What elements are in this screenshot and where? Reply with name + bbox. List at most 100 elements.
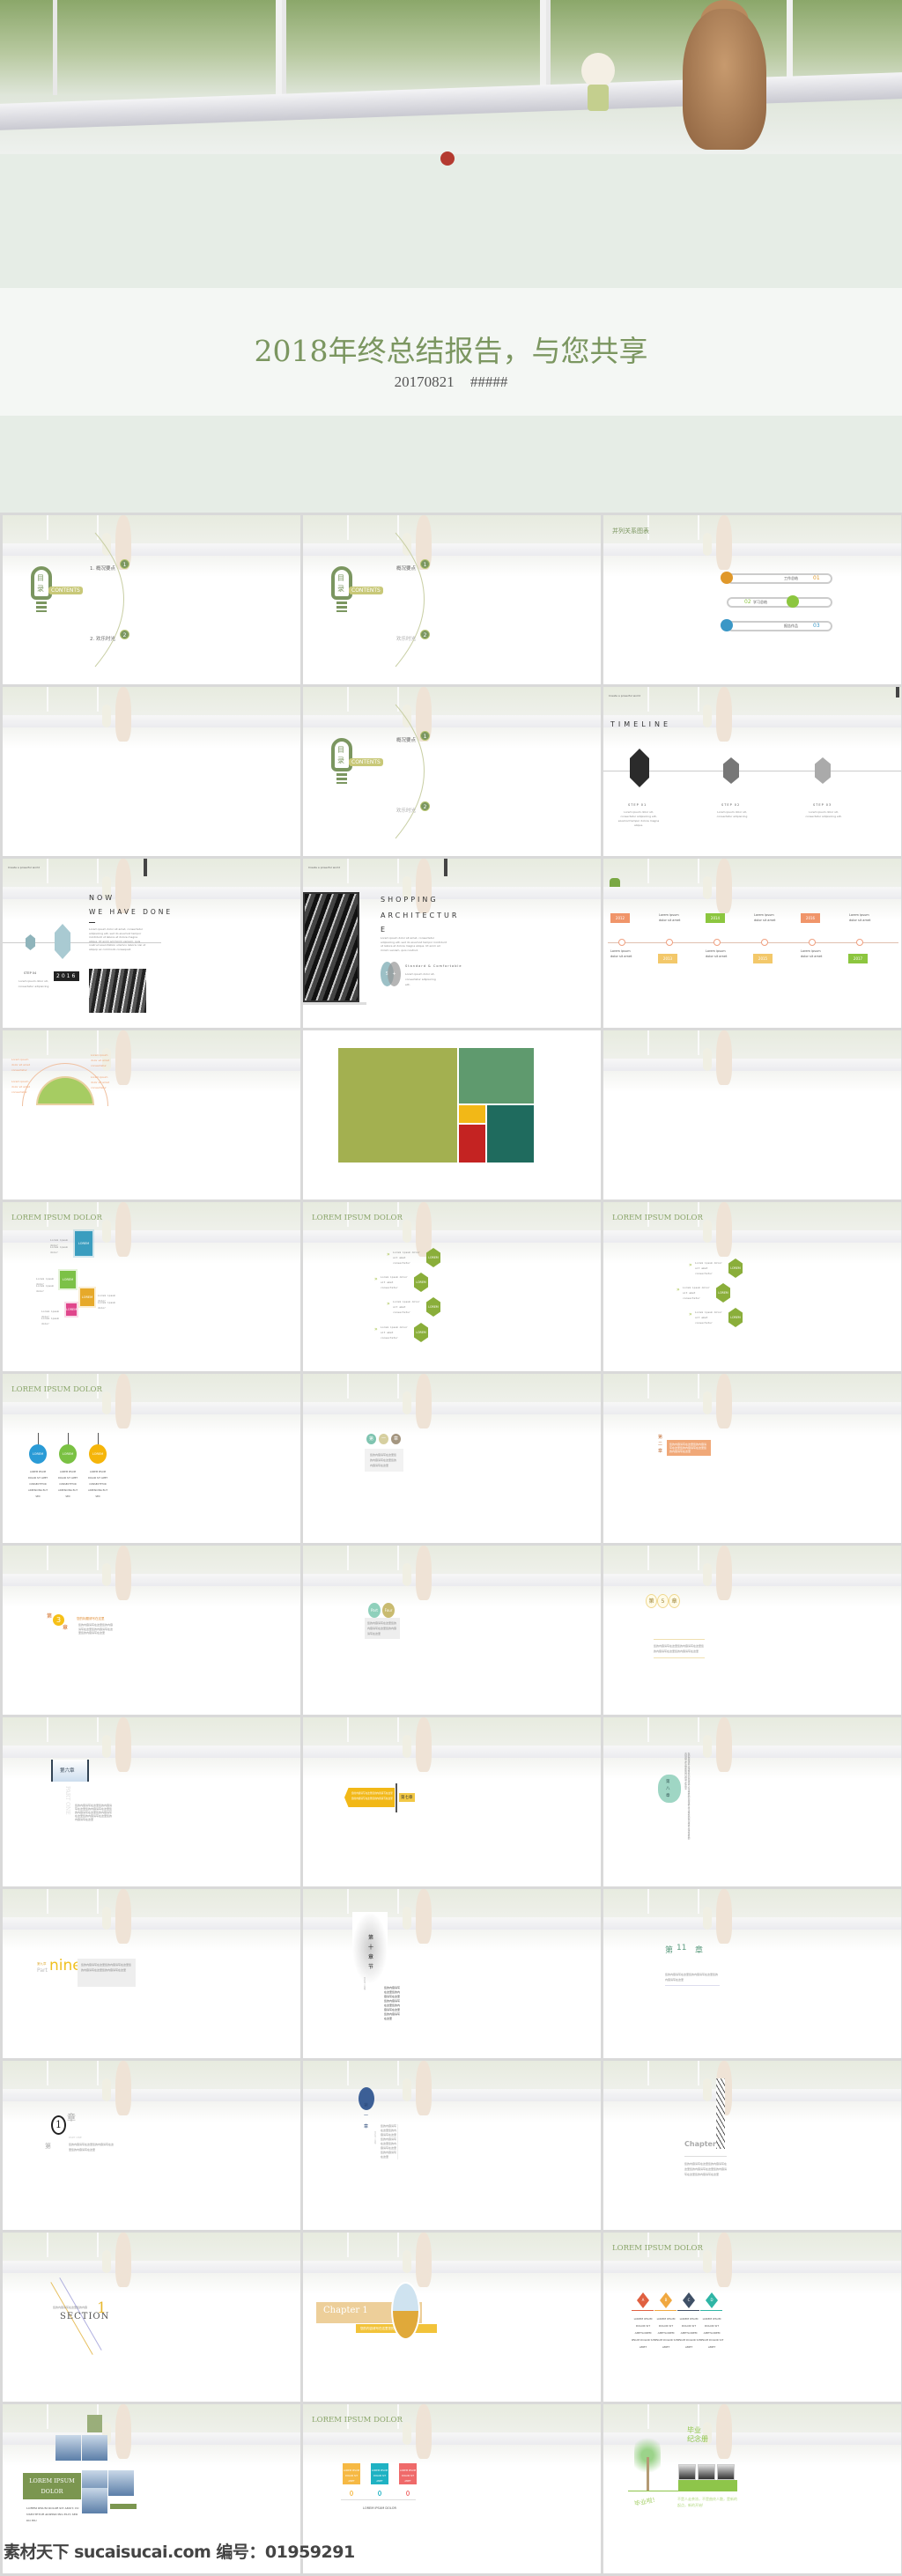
slide-thumbnail[interactable]: 2012 Lorem ipsum dolor sit amet Lorem ipsu…: [603, 859, 901, 1028]
cat-silhouette: [716, 1717, 732, 1772]
slide-background: [603, 1202, 901, 1264]
hexagon-icon: [26, 934, 35, 950]
box-marker: [406, 2491, 410, 2496]
chevron-icon: »: [387, 1251, 390, 1258]
cat-silhouette: [115, 2233, 131, 2287]
timeline-title: TIMELINE: [610, 720, 672, 728]
slide-thumbnail[interactable]: 1 第 章 PART ONE 您的内容请写在这里您的内容请写在这里您的内容请写在这里: [3, 2061, 300, 2230]
slide-thumbnail[interactable]: 目录 CONTENTS 1 概况要点 2 欢乐时光: [303, 687, 601, 856]
chapter-text: 您的内容请写在这里您的内容请写在这里您的内容请写在这里: [665, 1972, 720, 1986]
slide-thumbnail[interactable]: 第 一 章 PART ONE 您的内容请写在这里您的内容请写在这里您的内容请写在这里…: [303, 2061, 601, 2230]
slide-thumbnail[interactable]: 第十章节 PART ONE 您的内容请写在这里您的内容请写在这里您的内容请写在这里您…: [303, 1889, 601, 2058]
timeline-node: [761, 939, 768, 946]
hexagon-icon: [815, 757, 831, 784]
slide-thumbnail[interactable]: 第一章您的内容请写在这里您的内容请写在这里您的内容请写在这里: [303, 1374, 601, 1543]
chevron-icon: »: [387, 1301, 390, 1307]
toy-bear: [102, 1391, 111, 1414]
cover-date: 20170821: [394, 373, 455, 390]
slide-background: [603, 1374, 901, 1436]
timeline-line: [608, 942, 898, 943]
corner-mark: [444, 859, 447, 876]
slide-background: [603, 1717, 901, 1779]
slide-background: [3, 1202, 300, 1264]
slide-thumbnail[interactable]: LOREM IPSUM DOLOR LOREM LOREM LOREM LOREM Lor…: [3, 1202, 300, 1371]
slide-thumbnail[interactable]: LOREM IPSUM DOLOR A LOREM IPSUM DOLOR SIT …: [603, 2233, 901, 2402]
year-text: Lorem ipsum dolor sit amet: [610, 949, 632, 958]
slide-thumbnail[interactable]: 第九章 Part nine 您的内容请写在这里您的内容请写在这里您的内容请写在这里您的…: [3, 1889, 300, 2058]
cover-slide: 2018年终总结报告，与您共享 20170821 #####: [0, 0, 902, 513]
slide-thumbnail[interactable]: LOREM IPSUM DOLOR LOREM» Lorem ipsum dolor…: [303, 1202, 601, 1371]
cover-author: #####: [469, 373, 508, 390]
year-label-bottom: 2017: [848, 954, 868, 963]
slide-thumbnail[interactable]: Part Four 您的内容请写在这里您的内容请写在这里您的内容请写在这里: [303, 1546, 601, 1715]
slide-background: [603, 859, 901, 920]
slide-thumbnail[interactable]: 目录 CONTENTS 1 1. 概况要点 2 2. 欢乐时光: [3, 515, 300, 684]
cover-subtitle: 20170821 #####: [0, 373, 902, 391]
yarn-ball: [440, 151, 455, 166]
bulb-base-icon: [36, 602, 47, 612]
treemap-block: [487, 1105, 534, 1163]
sub-title: Standard & Comfortable: [405, 964, 462, 968]
part-text: 您的内容请写在这里您的内容请写在这里您的内容请写在这里您的内容请写在这里: [78, 1959, 136, 1987]
slide-thumbnail[interactable]: 第六章 PART ONE 您的内容请写在这里您的内容请写在这里您的内容请写在这里您的…: [3, 1717, 300, 1886]
lorem-text: Lorem ipsum dolor sit amet consectetur: [381, 1275, 408, 1289]
slide-thumbnail[interactable]: 第 5 章您的内容请写在这里您的内容请写在这里您的内容请写在这里您的内容请写在这里: [603, 1546, 901, 1715]
slide-thumbnail[interactable]: [603, 1030, 901, 1199]
slide-thumbnail[interactable]: 第 3 章您的标题请写在这里 您的内容请写在这里您的内容请写在这里您的内容请写在这里您…: [3, 1546, 300, 1715]
slide-thumbnail[interactable]: Create a powerful world SHOPPING ARCHITECT…: [303, 859, 601, 1028]
cover-title: 2018年终总结报告，与您共享: [254, 334, 648, 368]
slide-thumbnail[interactable]: LOREM IPSUM DOLOR LOREM» Lorem ipsum dolor…: [603, 1202, 901, 1371]
slide-background: [303, 1374, 601, 1436]
lake-photo: [82, 2435, 107, 2461]
slide-thumbnail[interactable]: 第 11 章您的内容请写在这里您的内容请写在这里您的内容请写在这里: [603, 1889, 901, 2058]
slide-thumbnail[interactable]: Chapter 1 您的内容请写在这里您的内容: [303, 2233, 601, 2402]
lorem-tag: LOREM: [29, 1444, 47, 1464]
slide-background: [603, 2061, 901, 2122]
toy-bear: [703, 1563, 712, 1586]
toy-bear: [703, 705, 712, 727]
contents-item: 概况要点: [396, 738, 416, 743]
slide-thumbnail[interactable]: 毕业 纪念册 毕业啦! 不是人走茶凉，不是曲终人散，是新的起点，新的开始!: [603, 2404, 901, 2573]
cat-silhouette: [115, 1889, 131, 1944]
cat-silhouette: [716, 2233, 732, 2287]
slide-background: [3, 2404, 300, 2466]
side-label: PART ONE: [363, 1977, 366, 1990]
slide-thumbnail[interactable]: [3, 687, 300, 856]
slide-thumbnail[interactable]: 目录 CONTENTS 1 概况要点 2 欢乐时光: [303, 515, 601, 684]
slide-thumbnail[interactable]: Lorem ipsum dolor sit amet consectetur Lo…: [3, 1030, 300, 1199]
slide-thumbnail[interactable]: Create a powerful world TIMELINE STEP 01 Lo…: [603, 687, 901, 856]
lorem-text: Lorem ipsum dolor sit amet consectetur: [381, 1325, 408, 1340]
bare-tree-image: [716, 2078, 725, 2149]
slide-thumbnail[interactable]: LOREM IPSUM DOLOR LOREM LOREM IPSUM DOLOR …: [3, 1374, 300, 1543]
chapter-circle: 第: [366, 1434, 376, 1444]
toy-bear: [703, 1391, 712, 1414]
hang-string: [98, 1433, 99, 1445]
cat-silhouette: [416, 2061, 432, 2115]
arrow-banner: 您的内容请写在这里您的内容请写在这里您的内容请写在这里您的内容请写在这里: [344, 1788, 395, 1807]
slide-thumbnail[interactable]: 您的内容请写在这里您的内容请写在这里您的内容请写在这里您的内容请写在这里 第七章: [303, 1717, 601, 1886]
chapter-circle: 5: [657, 1594, 669, 1608]
chapter-text: 您的内容请写在这里您的内容请写在这里您的内容请写在这里您的内容请写在这里您的内容…: [384, 1986, 401, 2020]
slide-thumbnail[interactable]: [303, 1030, 601, 1199]
slide-thumbnail[interactable]: Chapter 您的内容请写在这里您的内容请写在这里您的内容请写在这里您的内容请写…: [603, 2061, 901, 2230]
slide-header: LOREM IPSUM DOLOR: [612, 2244, 703, 2253]
slide-thumbnail[interactable]: Create a powerful world STEP 04 Lorem ipsu…: [3, 859, 300, 1028]
chapter-text: 您的内容请写在这里您的内容请写在这里您的内容请写在这里: [69, 2143, 115, 2152]
slide-thumbnail[interactable]: 并列关系图表 工作总结 01 学习总结 02 报告作品 03: [603, 515, 901, 684]
cat-silhouette: [115, 1717, 131, 1772]
lorem-text: LOREM IPSUM DOLOR SIT AMET CONSECTETUR A…: [27, 1471, 48, 1498]
box-marker: [378, 2491, 381, 2496]
slide-thumbnail[interactable]: 第八章 您的内容请写在这里您的内容请写在这里您的内容请写在这里您的内容请写在这里您…: [603, 1717, 901, 1886]
letter-underline: [700, 2310, 722, 2311]
contents-char: 目: [37, 574, 44, 582]
slide-thumbnail[interactable]: 您的内容请写在这里您的内容 SECTION 1: [3, 2233, 300, 2402]
slide-thumbnail[interactable]: 第二章 您的内容请写在这里您的内容请写在这里您的内容请写在这里您的内容请写在这里: [603, 1374, 901, 1543]
album-title: 毕业 纪念册: [687, 2426, 713, 2444]
item-label: 工作总结: [784, 576, 798, 580]
lorem-text: Lorem ipsum dolor sit amet consectetur: [683, 1286, 710, 1300]
chapter-text: 您的内容请写在这里您的内容请写在这里您的内容请写在这里您的内容请写在这里: [78, 1623, 114, 1635]
cat-silhouette: [716, 515, 732, 570]
slide-background: [3, 2061, 300, 2122]
chapter-char: 第: [364, 2103, 369, 2108]
contents-number: 1: [420, 731, 430, 741]
